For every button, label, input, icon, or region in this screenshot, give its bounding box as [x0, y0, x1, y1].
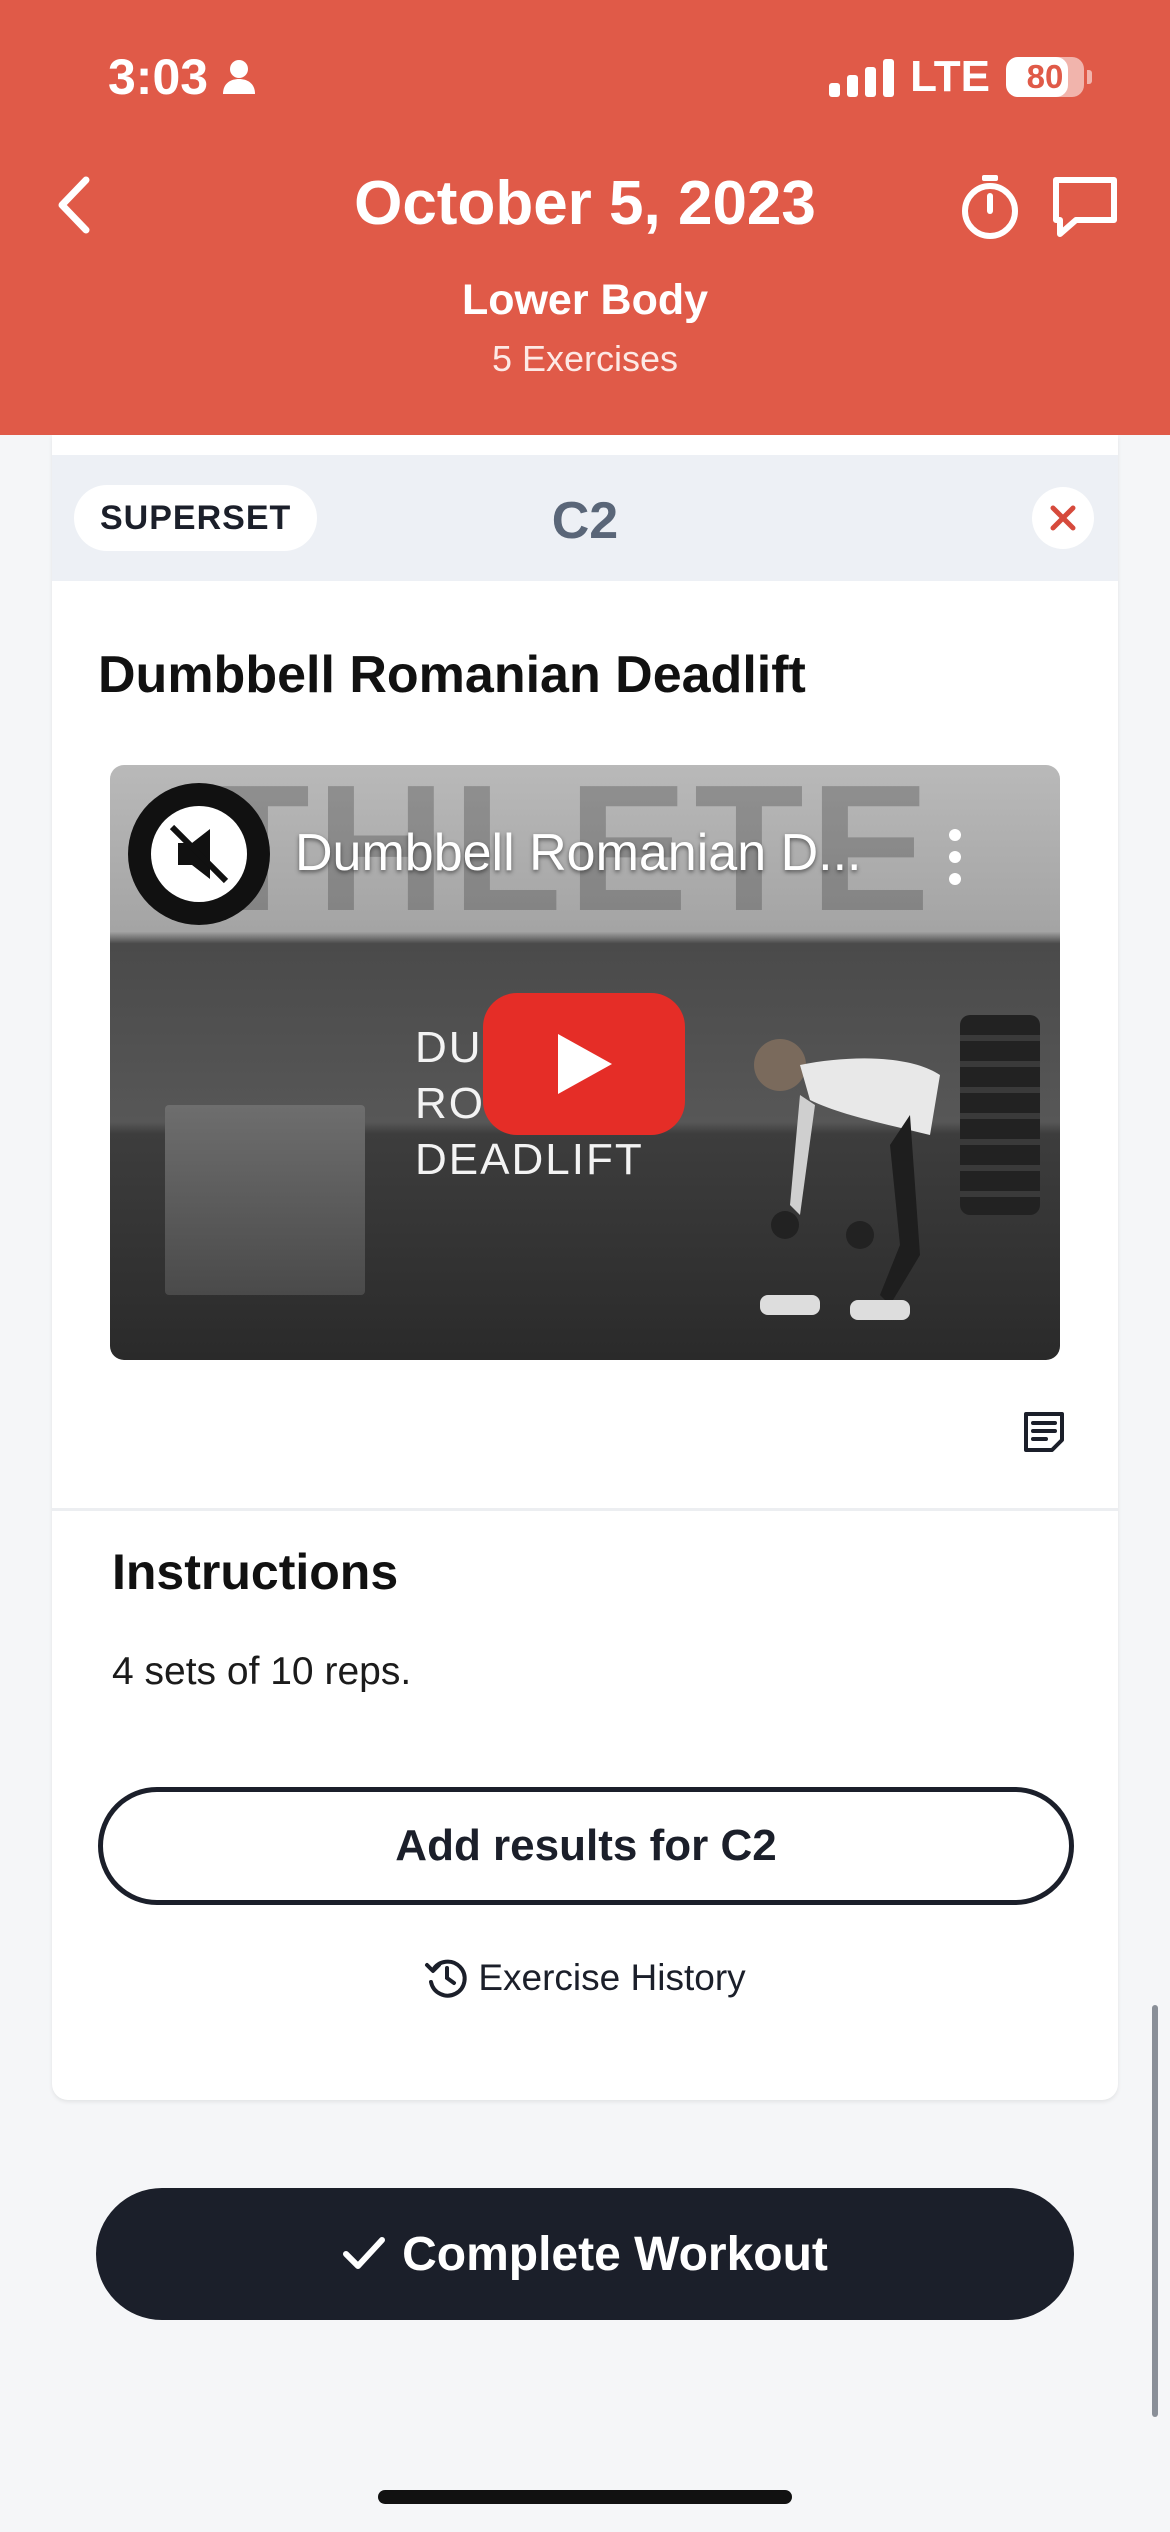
- person-icon: [223, 60, 256, 94]
- superset-header: SUPERSET C2: [52, 455, 1118, 581]
- exercise-card: SUPERSET C2 Dumbbell Romanian Deadlift T…: [52, 435, 1118, 2100]
- cellular-signal-icon: [829, 57, 895, 97]
- add-results-button[interactable]: Add results for C2: [98, 1787, 1074, 1905]
- battery-icon: 80: [1006, 57, 1092, 97]
- app-header: 3:03 LTE 80 October 5, 2023 Lower Body 5…: [0, 0, 1170, 435]
- status-time: 3:03: [108, 48, 256, 106]
- chat-icon[interactable]: [1050, 174, 1120, 240]
- video-weight-stack: [960, 1015, 1040, 1215]
- exercise-title: Dumbbell Romanian Deadlift: [98, 646, 806, 704]
- network-type: LTE: [910, 52, 990, 101]
- status-time-label: 3:03: [108, 49, 209, 105]
- scrollbar[interactable]: [1152, 2005, 1158, 2417]
- instructions-heading: Instructions: [112, 1544, 399, 1600]
- checkmark-icon: [343, 2237, 386, 2269]
- notes-icon[interactable]: [1022, 1410, 1066, 1454]
- channel-logo[interactable]: [128, 783, 270, 925]
- video-title[interactable]: Dumbbell Romanian D...: [295, 823, 861, 883]
- battery-percentage: 80: [1026, 58, 1064, 95]
- workout-name: Lower Body: [461, 276, 709, 324]
- play-button[interactable]: [483, 993, 685, 1135]
- superset-id: C2: [551, 492, 619, 550]
- muted-speaker-icon: [151, 806, 247, 902]
- divider: [52, 1508, 1118, 1511]
- history-icon: [425, 1959, 468, 1998]
- play-icon: [558, 1034, 612, 1094]
- instructions-text: 4 sets of 10 reps.: [112, 1650, 412, 1693]
- close-icon: [1050, 505, 1076, 531]
- status-indicators: LTE 80: [829, 52, 1092, 102]
- overlay-line: DEADLIFT: [415, 1135, 644, 1184]
- exercise-history-label: Exercise History: [478, 1957, 746, 1998]
- remove-button[interactable]: [1032, 487, 1094, 549]
- exercise-history-link[interactable]: Exercise History: [52, 1955, 1118, 2001]
- home-indicator[interactable]: [378, 2490, 792, 2504]
- complete-workout-button[interactable]: Complete Workout: [96, 2188, 1074, 2320]
- more-vertical-icon[interactable]: [945, 827, 965, 887]
- complete-workout-label: Complete Workout: [402, 2227, 828, 2281]
- video-plyo-box: [165, 1105, 365, 1295]
- video-player[interactable]: THLETE DUM ROM DEADLIFT Dumbbell Romania…: [110, 765, 1060, 1360]
- stopwatch-icon[interactable]: [955, 172, 1025, 242]
- exercise-count: 5 Exercises: [491, 338, 679, 379]
- video-athlete-figure: [754, 1039, 940, 1320]
